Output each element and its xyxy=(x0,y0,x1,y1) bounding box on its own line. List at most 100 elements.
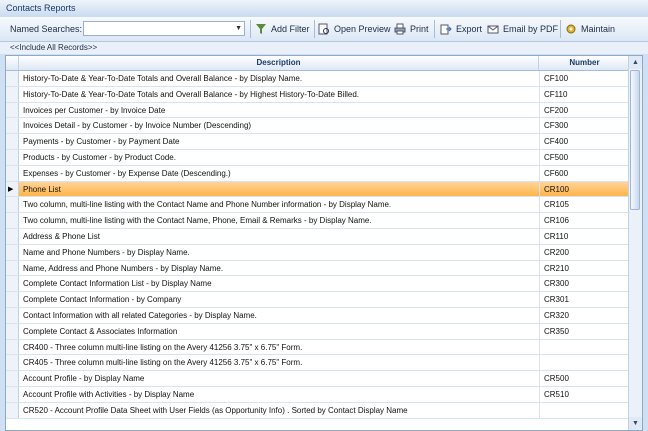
row-indicator[interactable] xyxy=(6,402,19,418)
row-indicator[interactable] xyxy=(6,165,19,181)
chevron-down-icon[interactable]: ▼ xyxy=(235,25,242,32)
row-indicator[interactable] xyxy=(6,371,19,386)
row-number: CR300 xyxy=(539,276,630,292)
row-number: CF110 xyxy=(539,86,630,102)
row-number: CR320 xyxy=(539,307,630,323)
add-filter-label: Add Filter xyxy=(271,24,310,34)
row-description: Address & Phone List xyxy=(23,231,100,241)
row-indicator[interactable] xyxy=(6,118,19,134)
table-row[interactable]: Account Profile with Activities - by Dis… xyxy=(6,386,630,403)
row-description: CR405 - Three column multi-line listing … xyxy=(23,358,303,368)
table-row[interactable]: Address & Phone List CR110 xyxy=(6,228,630,245)
row-number: CF400 xyxy=(539,134,630,149)
export-icon xyxy=(440,24,452,35)
column-header-description[interactable]: Description xyxy=(19,56,539,70)
scroll-up-icon[interactable]: ▲ xyxy=(629,56,642,69)
grid-header: Description Number xyxy=(6,56,630,71)
scroll-thumb[interactable] xyxy=(630,70,640,210)
table-row[interactable]: Phone List CR100 xyxy=(6,181,630,198)
table-row[interactable]: Complete Contact Information List - by D… xyxy=(6,276,630,293)
open-preview-button[interactable]: Open Preview xyxy=(318,21,391,37)
maintain-label: Maintain xyxy=(581,24,616,34)
row-indicator[interactable] xyxy=(6,339,19,355)
row-description: Two column, multi-line listing with the … xyxy=(23,200,392,210)
table-row[interactable]: Account Profile - by Display Name CR500 xyxy=(6,371,630,387)
row-indicator[interactable] xyxy=(6,307,19,323)
row-indicator[interactable] xyxy=(6,244,19,260)
row-number: CR210 xyxy=(539,260,630,276)
vertical-scrollbar[interactable]: ▲ ▼ xyxy=(628,56,642,430)
row-indicator[interactable] xyxy=(6,181,19,197)
table-row[interactable]: Products - by Customer - by Product Code… xyxy=(6,149,630,166)
table-row[interactable]: History-To-Date & Year-To-Date Totals an… xyxy=(6,86,630,103)
row-selector-header xyxy=(6,56,19,70)
row-indicator[interactable] xyxy=(6,149,19,165)
print-label: Print xyxy=(410,24,429,34)
toolbar-separator xyxy=(434,20,435,38)
named-searches-label: Named Searches: xyxy=(10,24,83,34)
row-description: Complete Contact & Associates Informatio… xyxy=(23,326,178,336)
export-button[interactable]: Export xyxy=(440,21,482,37)
window-title: Contacts Reports xyxy=(6,3,76,13)
row-number: CF600 xyxy=(539,165,630,181)
email-by-pdf-label: Email by PDF xyxy=(503,24,559,34)
table-row[interactable]: Two column, multi-line listing with the … xyxy=(6,213,630,229)
toolbar: Named Searches: ▼ Add Filter Open Previe… xyxy=(0,17,648,42)
table-row[interactable]: Complete Contact & Associates Informatio… xyxy=(6,323,630,340)
row-indicator[interactable] xyxy=(6,213,19,228)
table-row[interactable]: Contact Information with all related Cat… xyxy=(6,307,630,324)
open-preview-label: Open Preview xyxy=(334,24,391,34)
row-indicator[interactable] xyxy=(6,86,19,102)
table-row[interactable]: Invoices Detail - by Customer - by Invoi… xyxy=(6,118,630,135)
table-row[interactable]: Payments - by Customer - by Payment Date… xyxy=(6,134,630,150)
printer-icon xyxy=(394,23,406,35)
gear-icon xyxy=(566,24,576,34)
table-row[interactable]: Invoices per Customer - by Invoice Date C… xyxy=(6,102,630,119)
row-indicator[interactable] xyxy=(6,71,19,86)
maintain-button[interactable]: Maintain xyxy=(565,21,615,37)
row-indicator[interactable] xyxy=(6,260,19,276)
row-description: Invoices Detail - by Customer - by Invoi… xyxy=(23,121,252,131)
row-indicator[interactable] xyxy=(6,197,19,213)
row-number: CR106 xyxy=(539,213,630,228)
row-indicator[interactable] xyxy=(6,276,19,292)
table-row[interactable]: Name, Address and Phone Numbers - by Dis… xyxy=(6,260,630,277)
row-indicator[interactable] xyxy=(6,102,19,118)
table-row[interactable]: CR405 - Three column multi-line listing … xyxy=(6,355,630,372)
email-by-pdf-button[interactable]: Email by PDF xyxy=(487,21,558,37)
row-description: Expenses - by Customer - by Expense Date… xyxy=(23,168,231,178)
row-indicator[interactable] xyxy=(6,228,19,244)
table-row[interactable]: Expenses - by Customer - by Expense Date… xyxy=(6,165,630,182)
row-number: CR510 xyxy=(539,386,630,402)
title-bar: Contacts Reports xyxy=(0,0,648,18)
row-indicator[interactable] xyxy=(6,386,19,402)
filter-text: <<Include All Records>> xyxy=(10,43,98,52)
scroll-down-icon[interactable]: ▼ xyxy=(629,417,642,430)
table-row[interactable]: CR520 - Account Profile Data Sheet with … xyxy=(6,402,630,419)
add-filter-button[interactable]: Add Filter xyxy=(255,21,310,37)
row-number: CR200 xyxy=(539,244,630,260)
row-indicator[interactable] xyxy=(6,355,19,371)
row-number: CF100 xyxy=(539,71,630,86)
column-header-number[interactable]: Number xyxy=(539,56,630,70)
row-number: CF200 xyxy=(539,102,630,118)
row-description: Payments - by Customer - by Payment Date xyxy=(23,137,180,147)
table-row[interactable]: History-To-Date & Year-To-Date Totals an… xyxy=(6,71,630,87)
named-searches-dropdown[interactable]: ▼ xyxy=(83,21,245,36)
row-description: Contact Information with all related Cat… xyxy=(23,310,257,320)
print-button[interactable]: Print xyxy=(394,21,429,37)
table-row[interactable]: CR400 - Three column multi-line listing … xyxy=(6,339,630,356)
table-row[interactable]: Two column, multi-line listing with the … xyxy=(6,197,630,214)
row-indicator[interactable] xyxy=(6,134,19,149)
table-row[interactable]: Name and Phone Numbers - by Display Name… xyxy=(6,244,630,261)
row-description: Complete Contact Information List - by D… xyxy=(23,279,212,289)
filter-bar[interactable]: <<Include All Records>> xyxy=(0,42,648,54)
row-indicator[interactable] xyxy=(6,292,19,307)
row-number: CR100 xyxy=(539,181,630,197)
filter-icon xyxy=(256,24,266,34)
row-number: CR301 xyxy=(539,292,630,307)
row-description: Phone List xyxy=(23,184,61,194)
table-row[interactable]: Complete Contact Information - by Compan… xyxy=(6,292,630,308)
row-indicator[interactable] xyxy=(6,323,19,339)
grid-rows: History-To-Date & Year-To-Date Totals an… xyxy=(6,71,630,419)
